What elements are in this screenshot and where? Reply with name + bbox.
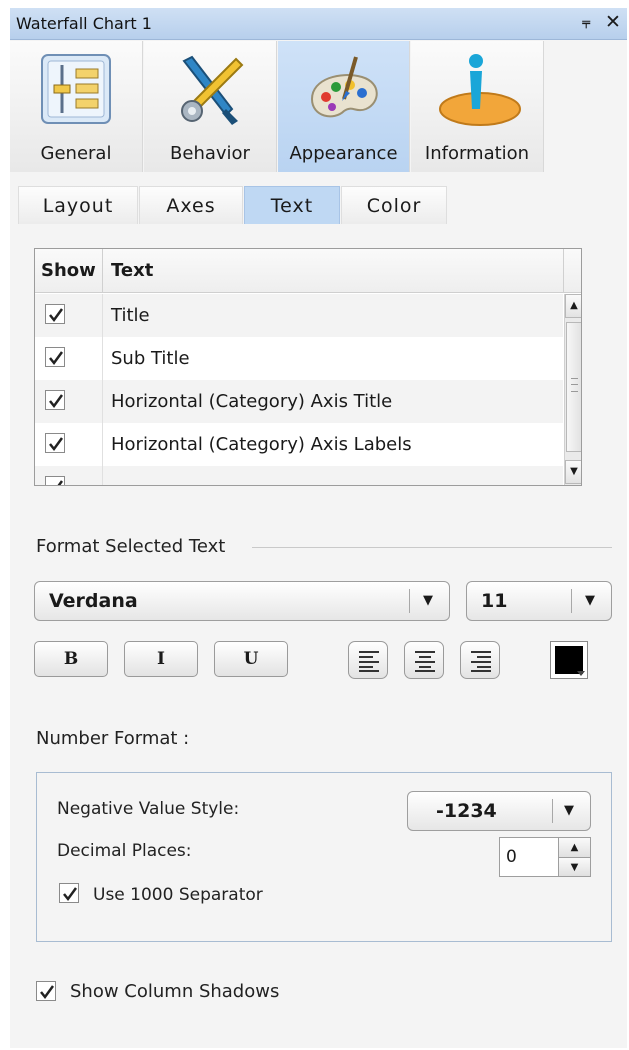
number-format-group: Negative Value Style: -1234 ▼ Decimal Pl…	[36, 772, 612, 942]
dropdown-divider	[552, 799, 553, 823]
text-color-picker[interactable]	[550, 641, 588, 679]
table-header: Show Text	[35, 249, 581, 293]
text-elements-table: Show Text Title Sub Title Horizontal (Ca…	[34, 248, 582, 486]
grip-icon	[571, 378, 578, 392]
format-text-label: Format Selected Text	[36, 536, 226, 557]
table-scrollbar[interactable]: ▲ ▼	[564, 294, 581, 485]
chevron-down-icon	[577, 671, 585, 676]
shadows-checkbox[interactable]	[36, 981, 56, 1001]
category-tabs: General Behavior Appearance Information	[10, 41, 627, 172]
tab-appearance[interactable]: Appearance	[278, 41, 410, 172]
dropdown-divider	[571, 589, 572, 613]
table-row[interactable]	[35, 466, 563, 485]
text-settings-content: Show Text Title Sub Title Horizontal (Ca…	[18, 224, 627, 1044]
decrement-icon[interactable]: ▼	[558, 857, 590, 876]
chevron-down-icon: ▼	[423, 593, 433, 608]
number-format-label: Number Format :	[36, 728, 190, 749]
info-icon	[439, 54, 521, 126]
close-icon[interactable]: ✕	[605, 11, 621, 33]
font-size-dropdown[interactable]: 11 ▼	[466, 581, 612, 621]
header-divider	[563, 249, 564, 293]
font-family-dropdown[interactable]: Verdana ▼	[34, 581, 450, 621]
underline-button[interactable]: U	[214, 641, 288, 677]
tab-behavior-label: Behavior	[170, 143, 250, 164]
tab-appearance-label: Appearance	[289, 143, 398, 164]
font-family-value: Verdana	[49, 590, 138, 612]
bold-button[interactable]: B	[34, 641, 108, 677]
tab-general-label: General	[40, 143, 112, 164]
table-row[interactable]: Horizontal (Category) Axis Title	[35, 380, 563, 423]
checkmark-icon	[57, 480, 64, 485]
align-left-button[interactable]	[348, 641, 388, 679]
checkmark-icon	[63, 887, 78, 902]
table-cell-show	[35, 423, 103, 466]
tab-axes[interactable]: Axes	[139, 186, 243, 224]
table-cell-show	[35, 380, 103, 423]
row-text: Horizontal (Category) Axis Title	[111, 391, 393, 412]
tab-information-label: Information	[424, 143, 530, 164]
dropdown-divider	[409, 589, 410, 613]
tab-information[interactable]: Information	[411, 41, 544, 172]
table-row[interactable]: Sub Title	[35, 337, 563, 380]
align-right-button[interactable]	[460, 641, 500, 679]
palette-icon	[310, 56, 378, 118]
row-checkbox[interactable]	[45, 433, 65, 453]
row-checkbox[interactable]	[45, 476, 65, 485]
negative-value-label: Negative Value Style:	[57, 799, 240, 819]
separator-checkbox[interactable]	[59, 883, 79, 903]
align-center-icon	[415, 651, 435, 672]
checkmark-icon	[49, 351, 64, 366]
italic-button[interactable]: I	[124, 641, 198, 677]
checkmark-icon	[49, 394, 64, 409]
section-divider	[252, 547, 612, 548]
align-left-icon	[359, 651, 379, 672]
tab-behavior[interactable]: Behavior	[144, 41, 277, 172]
pin-icon[interactable]: ⫧	[582, 14, 590, 32]
properties-panel: Waterfall Chart 1 ⫧ ✕ General Behavior A…	[10, 8, 627, 1048]
increment-icon[interactable]: ▲	[558, 838, 590, 857]
color-swatch	[555, 646, 583, 674]
checkmark-icon	[49, 437, 64, 452]
panel-title-bar: Waterfall Chart 1 ⫧ ✕	[10, 8, 627, 40]
column-header-text[interactable]: Text	[111, 249, 153, 293]
tools-icon	[181, 55, 244, 125]
tab-general[interactable]: General	[10, 41, 143, 172]
checkmark-icon	[49, 308, 64, 323]
tab-color[interactable]: Color	[341, 186, 447, 224]
font-size-value: 11	[481, 590, 508, 612]
negative-value-dropdown[interactable]: -1234 ▼	[407, 791, 591, 831]
row-text: Sub Title	[111, 348, 190, 369]
align-center-button[interactable]	[404, 641, 444, 679]
column-header-show[interactable]: Show	[35, 249, 103, 293]
shadows-label: Show Column Shadows	[70, 981, 280, 1002]
table-cell-show	[35, 337, 103, 380]
chevron-down-icon: ▼	[564, 803, 574, 818]
scroll-down-icon[interactable]: ▼	[565, 460, 581, 484]
tab-text[interactable]: Text	[244, 186, 340, 224]
panel-title: Waterfall Chart 1	[16, 14, 152, 33]
scroll-thumb[interactable]	[566, 322, 581, 452]
decimal-places-stepper[interactable]: 0 ▲ ▼	[499, 837, 591, 877]
table-cell-show	[35, 466, 103, 485]
negative-value-value: -1234	[436, 800, 497, 822]
separator-label: Use 1000 Separator	[93, 885, 263, 905]
row-checkbox[interactable]	[45, 304, 65, 324]
checkmark-icon	[40, 985, 55, 1000]
row-checkbox[interactable]	[45, 347, 65, 367]
table-cell-show	[35, 294, 103, 337]
table-row[interactable]: Horizontal (Category) Axis Labels	[35, 423, 563, 466]
row-text: Horizontal (Category) Axis Labels	[111, 434, 412, 455]
decimal-places-label: Decimal Places:	[57, 841, 192, 861]
align-right-icon	[471, 651, 491, 672]
row-text: Title	[111, 305, 150, 326]
tab-layout[interactable]: Layout	[18, 186, 138, 224]
table-row[interactable]: Title	[35, 294, 563, 337]
decimal-places-value: 0	[506, 847, 517, 867]
row-checkbox[interactable]	[45, 390, 65, 410]
scroll-up-icon[interactable]: ▲	[565, 294, 581, 318]
chevron-down-icon: ▼	[585, 593, 595, 608]
general-settings-icon	[41, 54, 111, 124]
